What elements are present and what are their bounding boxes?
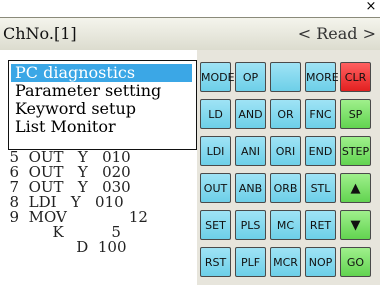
key-anb[interactable]: ANB	[235, 173, 266, 203]
key-plf[interactable]: PLF	[235, 247, 266, 277]
close-icon[interactable]: ×	[362, 0, 380, 13]
arrow-down-icon[interactable]: ▼	[340, 210, 371, 240]
key-ori[interactable]: ORI	[270, 136, 301, 166]
key-or[interactable]: OR	[270, 99, 301, 129]
menu-item-parameter-setting[interactable]: Parameter setting	[11, 82, 161, 100]
channel-number: ChNo.[1]	[3, 24, 77, 43]
menu-item-keyword-setup[interactable]: Keyword setup	[11, 100, 136, 118]
key-end[interactable]: END	[305, 136, 336, 166]
key-rst[interactable]: RST	[200, 247, 231, 277]
program-line: 7 OUT Y 030	[0, 178, 131, 196]
key-set[interactable]: SET	[200, 210, 231, 240]
key-ani[interactable]: ANI	[235, 136, 266, 166]
key-step[interactable]: STEP	[340, 136, 371, 166]
program-line: 6 OUT Y 020	[0, 163, 131, 181]
key-ld[interactable]: LD	[200, 99, 231, 129]
read-mode-indicator[interactable]: < Read >	[298, 24, 376, 43]
key-out[interactable]: OUT	[200, 173, 231, 203]
title-bar: ChNo.[1] < Read >	[0, 17, 380, 51]
key-blank[interactable]	[270, 62, 301, 92]
program-line: 8 LDI Y 010	[0, 193, 124, 211]
key-pls[interactable]: PLS	[235, 210, 266, 240]
program-line: 9 MOV 12	[0, 208, 148, 226]
key-sp[interactable]: SP	[340, 99, 371, 129]
menu-item-pc-diagnostics[interactable]: PC diagnostics	[11, 64, 192, 82]
popup-menu: PC diagnostics Parameter setting Keyword…	[8, 60, 197, 150]
key-orb[interactable]: ORB	[270, 173, 301, 203]
key-clr[interactable]: CLR	[340, 62, 371, 92]
key-more[interactable]: MORE	[305, 62, 339, 92]
key-mode[interactable]: MODE	[200, 62, 235, 92]
program-line: K 5	[0, 223, 121, 241]
key-ret[interactable]: RET	[305, 210, 336, 240]
key-nop[interactable]: NOP	[305, 247, 336, 277]
keypad: MODE OP MORE CLR LD AND OR FNC SP LDI AN…	[197, 50, 380, 285]
program-line: 5 OUT Y 010	[0, 148, 131, 166]
key-go[interactable]: GO	[340, 247, 371, 277]
key-op[interactable]: OP	[235, 62, 266, 92]
key-stl[interactable]: STL	[305, 173, 336, 203]
key-mc[interactable]: MC	[270, 210, 301, 240]
plc-handheld-screen: × ChNo.[1] < Read > 5 OUT Y 010 6 OUT Y …	[0, 0, 380, 285]
key-and[interactable]: AND	[235, 99, 266, 129]
key-mcr[interactable]: MCR	[270, 247, 301, 277]
menu-item-list-monitor[interactable]: List Monitor	[11, 118, 116, 136]
arrow-up-icon[interactable]: ▲	[340, 173, 371, 203]
program-line: D 100	[0, 238, 127, 256]
key-fnc[interactable]: FNC	[305, 99, 336, 129]
key-ldi[interactable]: LDI	[200, 136, 231, 166]
